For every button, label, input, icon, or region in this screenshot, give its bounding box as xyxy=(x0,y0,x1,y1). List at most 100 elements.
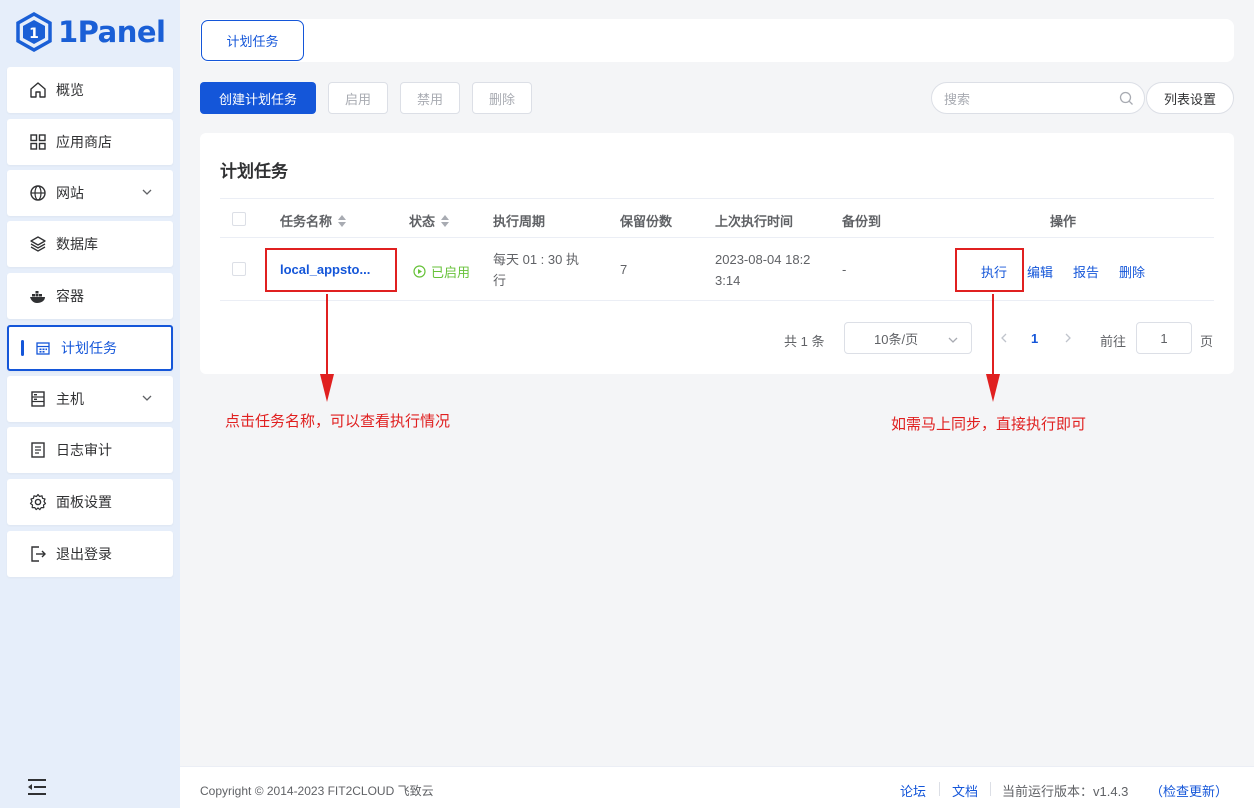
play-circle-icon xyxy=(413,265,426,278)
divider xyxy=(939,782,940,796)
card-title: 计划任务 xyxy=(220,162,288,181)
column-header-retain: 保留份数 xyxy=(620,214,673,229)
sort-icon[interactable] xyxy=(441,214,450,227)
sort-icon[interactable] xyxy=(338,214,347,227)
backup-cell: - xyxy=(842,262,847,277)
sidebar-item-host[interactable]: 主机 xyxy=(7,376,173,422)
retain-cell: 7 xyxy=(620,262,628,277)
tab-cronjob[interactable]: 计划任务 xyxy=(201,20,304,61)
sidebar-item-label: 计划任务 xyxy=(61,340,117,356)
active-indicator xyxy=(21,340,24,356)
report-button[interactable]: 报告 xyxy=(1073,262,1099,281)
logo-text: 1Panel xyxy=(58,15,166,49)
column-header-last-run: 上次执行时间 xyxy=(715,214,794,229)
sidebar-item-logout[interactable]: 退出登录 xyxy=(7,531,173,577)
check-update-link[interactable]: （检查更新） xyxy=(1150,781,1228,800)
sidebar-item-label: 应用商店 xyxy=(56,134,112,150)
sidebar-item-label: 数据库 xyxy=(56,236,98,252)
cycle-cell: 每天 01 : 30 执 行 xyxy=(493,249,579,291)
docker-icon xyxy=(29,287,47,305)
logo-icon: 1 xyxy=(16,12,52,52)
home-icon xyxy=(29,81,47,99)
divider xyxy=(990,782,991,796)
search-icon xyxy=(1119,91,1133,105)
sidebar-item-cronjob[interactable]: 计划任务 xyxy=(7,325,173,371)
sidebar-item-label: 网站 xyxy=(56,185,84,201)
highlight-box-task-name xyxy=(265,248,397,292)
select-all-checkbox[interactable] xyxy=(232,212,246,226)
calendar-icon xyxy=(34,339,52,357)
forum-link[interactable]: 论坛 xyxy=(900,781,926,800)
sidebar-item-label: 容器 xyxy=(56,288,84,304)
last-run-text: 3:14 xyxy=(715,273,741,288)
highlight-box-run xyxy=(955,248,1024,292)
annotation-task-name: 点击任务名称，可以查看执行情况 xyxy=(225,413,451,430)
column-label: 任务名称 xyxy=(280,214,333,229)
annotation-run: 如需马上同步，直接执行即可 xyxy=(891,416,1087,433)
arrow-down-icon xyxy=(320,294,334,402)
logout-icon xyxy=(29,545,47,563)
delete-button[interactable]: 删除 xyxy=(472,82,532,114)
table-header: 任务名称 状态 执行周期 保留份数 上次执行时间 备份到 操作 xyxy=(220,198,1214,238)
column-header-backup: 备份到 xyxy=(842,214,882,229)
page-size-value: 10条/页 xyxy=(874,331,919,347)
sidebar-item-settings[interactable]: 面板设置 xyxy=(7,479,173,525)
globe-icon xyxy=(29,184,47,202)
sidebar-item-label: 退出登录 xyxy=(56,546,112,562)
goto-page-input[interactable]: 1 xyxy=(1136,322,1192,354)
menu-collapse-icon[interactable] xyxy=(27,778,47,796)
row-checkbox[interactable] xyxy=(232,262,246,276)
page-size-select[interactable]: 10条/页 xyxy=(844,322,972,354)
layers-icon xyxy=(29,235,47,253)
next-page-icon[interactable] xyxy=(1062,332,1074,344)
last-run-cell: 2023-08-04 18:2 3:14 xyxy=(715,249,810,291)
edit-button[interactable]: 编辑 xyxy=(1027,262,1053,281)
status-badge[interactable]: 已启用 xyxy=(413,262,470,281)
sidebar-item-database[interactable]: 数据库 xyxy=(7,221,173,267)
sidebar: 1 1Panel 概览 应用商店 网站 数据库 容器 计划任务 主机 日志审计 … xyxy=(0,0,180,808)
chevron-down-icon xyxy=(142,189,152,195)
row-delete-button[interactable]: 删除 xyxy=(1119,262,1145,281)
search-input[interactable]: 搜索 xyxy=(931,82,1145,114)
tab-bar: 计划任务 xyxy=(200,19,1234,62)
sidebar-item-website[interactable]: 网站 xyxy=(7,170,173,216)
version-text: 当前运行版本：v1.4.3 xyxy=(1002,784,1129,799)
sidebar-item-logs[interactable]: 日志审计 xyxy=(7,427,173,473)
sidebar-item-label: 日志审计 xyxy=(56,442,112,458)
sidebar-item-label: 概览 xyxy=(56,82,84,98)
sidebar-item-container[interactable]: 容器 xyxy=(7,273,173,319)
column-header-actions: 操作 xyxy=(1050,214,1077,229)
column-header-status[interactable]: 状态 xyxy=(409,211,450,230)
copyright: Copyright © 2014-2023 FIT2CLOUD 飞致云 xyxy=(200,784,434,798)
column-header-cycle: 执行周期 xyxy=(493,214,546,229)
column-label: 状态 xyxy=(409,214,436,229)
chevron-down-icon xyxy=(142,395,152,401)
sidebar-item-overview[interactable]: 概览 xyxy=(7,67,173,113)
create-cronjob-button[interactable]: 创建计划任务 xyxy=(200,82,316,114)
sidebar-item-label: 面板设置 xyxy=(56,494,112,510)
list-settings-button[interactable]: 列表设置 xyxy=(1146,82,1234,114)
chevron-down-icon xyxy=(948,337,958,343)
docs-link[interactable]: 文档 xyxy=(952,781,978,800)
footer: Copyright © 2014-2023 FIT2CLOUD 飞致云 论坛 文… xyxy=(180,766,1254,808)
last-run-text: 2023-08-04 18:2 xyxy=(715,252,811,267)
svg-text:1: 1 xyxy=(29,26,39,42)
status-text: 已启用 xyxy=(431,265,471,280)
column-header-name[interactable]: 任务名称 xyxy=(280,211,347,230)
sidebar-item-appstore[interactable]: 应用商店 xyxy=(7,119,173,165)
sidebar-item-label: 主机 xyxy=(56,391,84,407)
current-page[interactable]: 1 xyxy=(1031,331,1038,346)
search-placeholder: 搜索 xyxy=(944,91,971,107)
goto-unit: 页 xyxy=(1200,334,1214,349)
server-icon xyxy=(29,390,47,408)
pagination-total: 共 1 条 xyxy=(784,334,825,349)
gear-icon xyxy=(29,493,47,511)
logo[interactable]: 1 1Panel xyxy=(16,12,166,52)
cycle-text: 每天 01 : 30 执 xyxy=(493,252,579,267)
goto-label: 前往 xyxy=(1100,334,1127,349)
grid-icon xyxy=(29,133,47,151)
arrow-down-icon xyxy=(986,294,1000,402)
enable-button[interactable]: 启用 xyxy=(328,82,388,114)
log-icon xyxy=(29,441,47,459)
disable-button[interactable]: 禁用 xyxy=(400,82,460,114)
